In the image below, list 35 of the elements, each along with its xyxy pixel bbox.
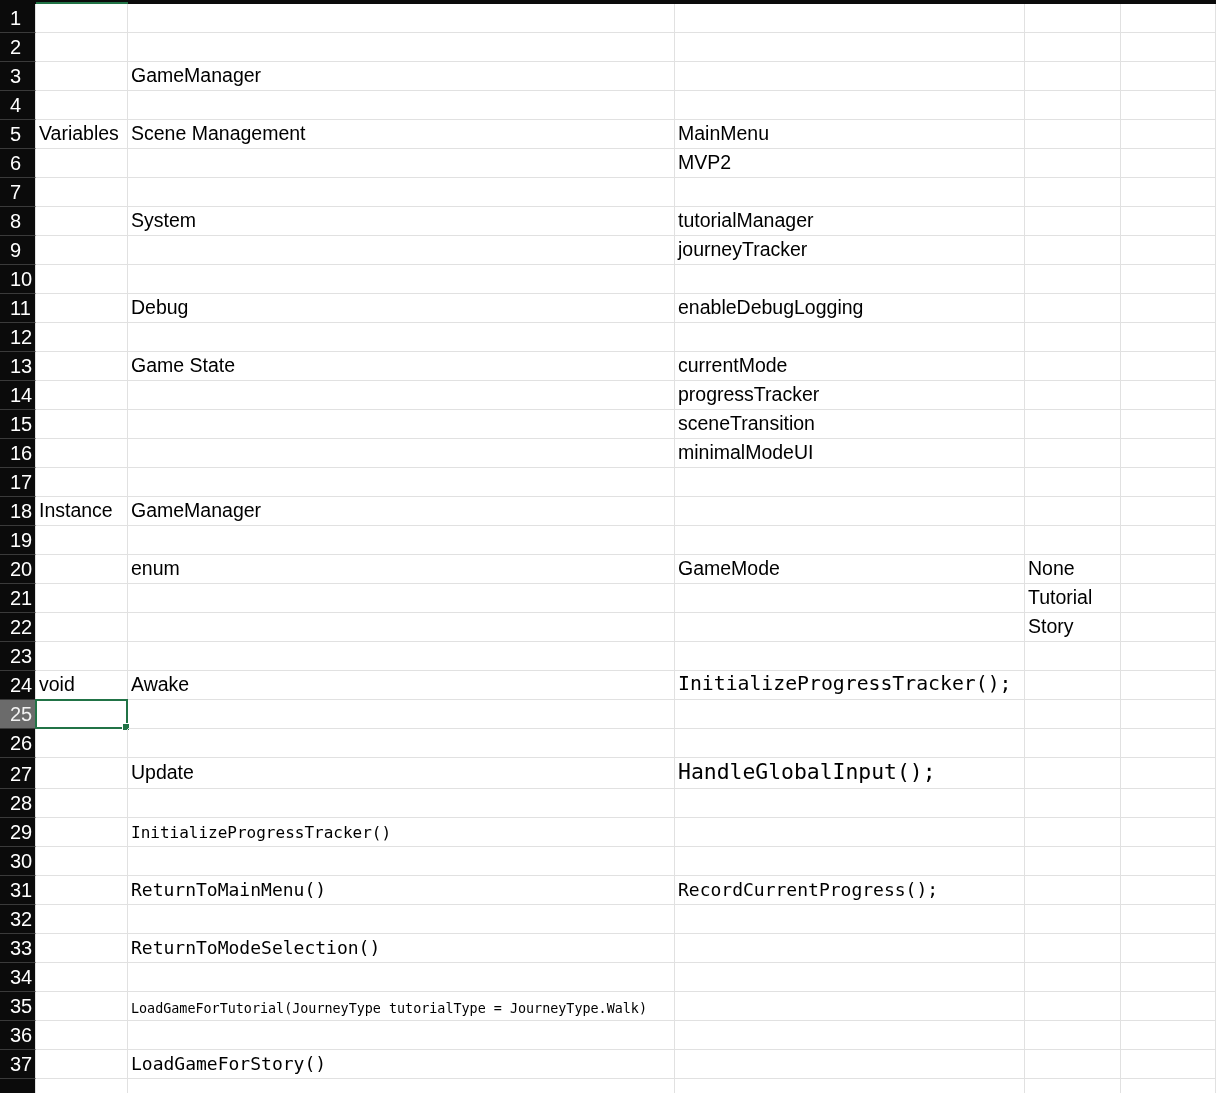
table-cell: enableDebugLogging xyxy=(675,294,1025,323)
table-cell: Story xyxy=(1025,613,1121,642)
table-cell: sceneTransition xyxy=(675,410,1025,439)
table-cell: MainMenu xyxy=(675,120,1025,149)
table-cell: System xyxy=(128,207,675,236)
table-cell: progressTracker xyxy=(675,381,1025,410)
table-cell: Awake xyxy=(128,671,675,700)
table-cell: Game State xyxy=(128,352,675,381)
table-cell: ReturnToModeSelection() xyxy=(128,933,675,963)
table-cell: tutorialManager xyxy=(675,207,1025,236)
table-cell: LoadGameForTutorial(JourneyType tutorialType = JourneyType.Walk) xyxy=(128,991,675,1021)
table-cell: MVP2 xyxy=(675,149,1025,178)
table-cell: enum xyxy=(128,555,675,584)
cell-cursor[interactable] xyxy=(35,699,128,729)
table-cell: Instance xyxy=(36,497,128,526)
table-cell: LoadGameForStory() xyxy=(128,1049,675,1079)
table-cell: Debug xyxy=(128,294,675,323)
table-cell: RecordCurrentProgress(); xyxy=(675,875,1025,905)
table-cell: Tutorial xyxy=(1025,584,1121,613)
table-cell: journeyTracker xyxy=(675,236,1025,265)
table-cell: Update xyxy=(128,758,675,789)
table-cell: GameManager xyxy=(128,62,675,91)
table-cell: minimalModeUI xyxy=(675,439,1025,468)
table-cell: ReturnToMainMenu() xyxy=(128,875,675,905)
table-cell: GameMode xyxy=(675,555,1025,584)
table-cell: None xyxy=(1025,555,1121,584)
table-cell: Variables xyxy=(36,120,128,149)
table-cell: GameManager xyxy=(128,497,675,526)
table-cell: HandleGlobalInput(); xyxy=(675,758,1025,789)
table-cell: Scene Management xyxy=(128,120,675,149)
table-cell: currentMode xyxy=(675,352,1025,381)
row-header[interactable]: 25 xyxy=(0,700,36,729)
table-cell: void xyxy=(36,671,128,700)
table-cell: InitializeProgressTracker() xyxy=(128,817,675,847)
table-cell: InitializeProgressTracker(); xyxy=(675,671,1025,700)
